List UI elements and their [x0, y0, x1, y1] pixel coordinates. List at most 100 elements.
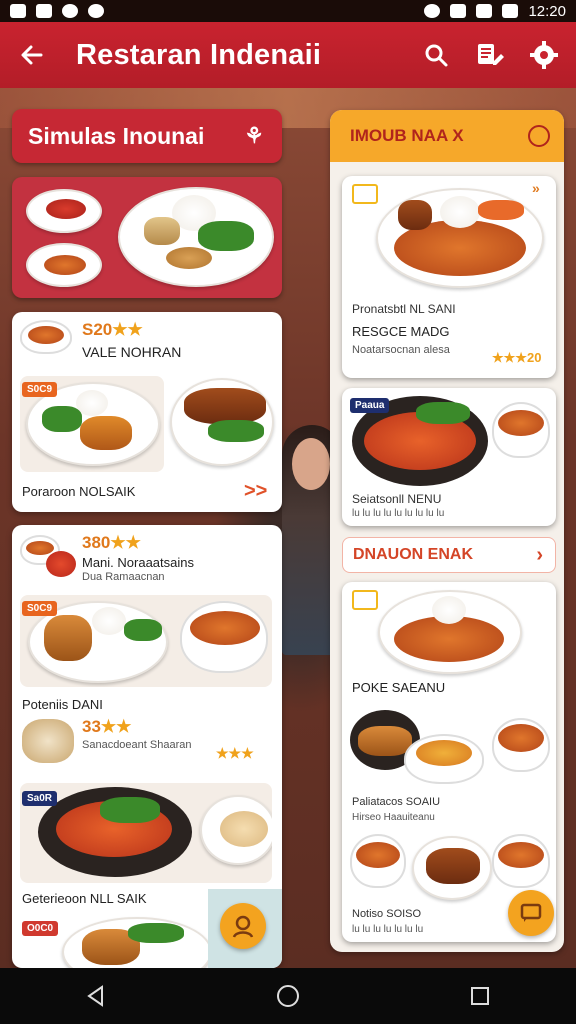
menu-card-2[interactable]: 380★★ Mani. Noraaatsains Dua Ramaacnan S… [12, 525, 282, 968]
vegetables-image [42, 406, 82, 432]
bowl-food-image [28, 326, 64, 344]
card-title: POKE SAEANU [352, 680, 446, 695]
fried-food-image [358, 726, 412, 756]
bread-image [220, 811, 268, 847]
dish-image [20, 783, 272, 883]
battery-icon [502, 4, 519, 18]
page-title: Restaran Indenaii [76, 38, 322, 71]
search-button[interactable] [420, 39, 452, 71]
chevron-icon: » [532, 180, 540, 196]
dish-image [20, 595, 272, 687]
soup-image [356, 842, 400, 868]
curry-image [44, 255, 86, 275]
app-bar: Restaran Indenaii [0, 22, 576, 88]
utensils-icon: ⚘ [244, 123, 264, 148]
support-button[interactable] [220, 903, 266, 949]
status-bar: 12:20 [0, 0, 576, 22]
wifi-icon [450, 4, 467, 18]
soup-image [498, 410, 544, 436]
card-title: Pronatsbtl NL SANI [352, 302, 456, 316]
card-price-2: 33★★ [82, 717, 132, 736]
location-notification-icon [88, 4, 104, 18]
dish-tag: O0C0 [22, 921, 59, 936]
greens-image [416, 402, 470, 424]
card-name: Mani. Noraaatsains [82, 555, 194, 570]
left-section-title: Simulas Inounai [28, 122, 205, 149]
list-edit-icon [478, 44, 504, 65]
vegetables-image [198, 221, 254, 251]
chevron-right-icon: › [536, 543, 543, 566]
card-small-text: lu lu lu lu lu lu lu lu lu [352, 508, 445, 519]
status-time: 12:20 [528, 2, 566, 20]
nav-home-button[interactable] [268, 976, 308, 1016]
back-arrow-icon [21, 45, 43, 65]
rating-stars: ★★★ [216, 745, 254, 761]
gallery-notification-icon [10, 4, 26, 18]
meat-image [398, 200, 432, 230]
soup-image [26, 541, 54, 555]
fried-chicken-image [80, 416, 132, 450]
right-card-2[interactable]: Paaua Seiatsonll NENU lu lu lu lu lu lu … [342, 388, 556, 526]
card-small-text: Noatarsocnan alesa [352, 344, 450, 356]
chevron-right-icon[interactable]: >> [244, 480, 267, 503]
greens-image [124, 619, 162, 641]
dish-tag: S0C9 [22, 382, 58, 397]
left-section-header[interactable]: Simulas Inounai ⚘ [12, 109, 282, 163]
dish-tag: Sa0R [22, 791, 58, 806]
section-label: Poteniis DANI [22, 697, 103, 712]
chat-icon [520, 903, 542, 922]
right-card-1[interactable]: » Pronatsbtl NL SANI RESGCE MADG Noatars… [342, 176, 556, 378]
photo-notification-icon [36, 4, 52, 18]
greens-image [128, 923, 184, 943]
soup-image [416, 740, 472, 766]
dish-tag: Paaua [350, 398, 390, 413]
settings-button[interactable] [528, 39, 560, 71]
alarm-icon [424, 4, 441, 18]
card-subtitle: Dua Ramaacnan [82, 571, 165, 583]
section-link-label: DNAUON ENAK [353, 546, 473, 563]
list-edit-button[interactable] [474, 39, 506, 71]
right-section-header[interactable]: IMOUB NAA X [330, 110, 564, 162]
chat-button[interactable] [508, 890, 554, 936]
menu-card-1[interactable]: S20★★ VALE NOHRAN S0C9 Poraroon NOLSAIK … [12, 312, 282, 512]
signal-icon [476, 4, 493, 18]
card-label: Notiso SOISO [352, 908, 422, 920]
recents-icon [471, 987, 489, 1005]
bowl-food-image [498, 724, 544, 752]
card-footer-label: Geterieoon NLL SAIK [22, 891, 147, 906]
dish-tag [352, 184, 378, 204]
nav-recents-button[interactable] [460, 976, 500, 1016]
card-price: S20★★ [82, 320, 143, 339]
card-footer-label: Poraroon NOLSAIK [22, 484, 136, 499]
tomato-image [46, 199, 86, 219]
user-support-icon [232, 915, 254, 938]
card-subtitle-2: Sanacdoeant Shaaran [82, 739, 192, 751]
rating-stars: ★★★20 [492, 350, 542, 365]
search-icon [425, 44, 448, 67]
section-link[interactable]: DNAUON ENAK › [342, 537, 556, 573]
card-small-text: lu lu lu lu lu lu lu [352, 924, 424, 935]
card-title: Seiatsonll NENU [352, 492, 442, 506]
right-card-3[interactable]: POKE SAEANU Paliatacos SOAIU Hirseo Haau… [342, 582, 556, 942]
grilled-meat-image [426, 848, 480, 884]
bowl-food-image [498, 842, 544, 868]
card-price: 380★★ [82, 533, 141, 552]
right-section-title: IMOUB NAA X [350, 126, 464, 145]
fritter-image [144, 217, 180, 245]
card-label: Paliatacos SOAIU [352, 796, 441, 808]
user-icon[interactable] [528, 125, 550, 147]
featured-banner[interactable] [12, 177, 282, 298]
card-subtitle: RESGCE MADG [352, 324, 450, 339]
rice-image [432, 596, 466, 624]
roast-chicken-image [44, 615, 92, 661]
back-button[interactable] [8, 31, 56, 79]
chat-notification-icon [62, 4, 78, 18]
dish-tag: S0C9 [22, 601, 58, 616]
chili-image [46, 551, 76, 577]
grilled-meat-image [184, 388, 266, 424]
background-person-face [292, 438, 330, 490]
nav-back-button[interactable] [76, 976, 116, 1016]
system-nav-bar [0, 968, 576, 1024]
rice-image [92, 607, 126, 635]
gear-icon [530, 41, 558, 69]
